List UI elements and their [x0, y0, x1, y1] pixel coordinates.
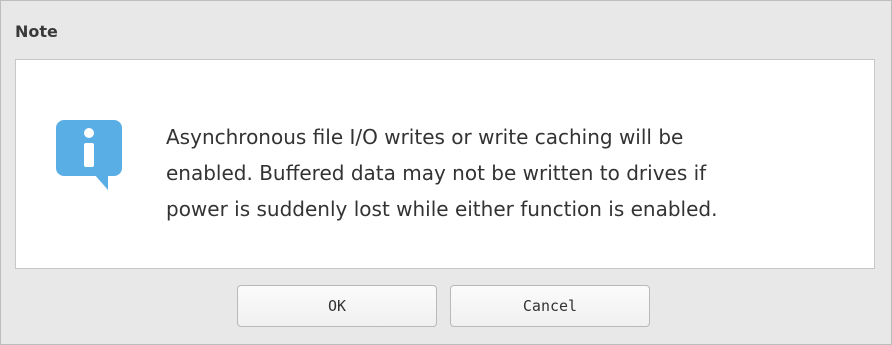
- note-dialog: Note Asynchronous file I/O writes or wri…: [0, 0, 892, 345]
- message-line: power is suddenly lost while either func…: [166, 197, 718, 221]
- cancel-button[interactable]: Cancel: [450, 285, 650, 327]
- message-line: Asynchronous file I/O writes or write ca…: [166, 125, 684, 149]
- dialog-footer: OK Cancel: [1, 269, 891, 344]
- ok-button[interactable]: OK: [237, 285, 437, 327]
- dialog-body: Asynchronous file I/O writes or write ca…: [15, 59, 875, 269]
- dialog-message: Asynchronous file I/O writes or write ca…: [166, 119, 856, 227]
- dialog-header: Note: [1, 1, 891, 59]
- message-line: enabled. Buffered data may not be writte…: [166, 161, 707, 185]
- info-icon: [56, 120, 128, 190]
- dialog-title: Note: [15, 22, 58, 41]
